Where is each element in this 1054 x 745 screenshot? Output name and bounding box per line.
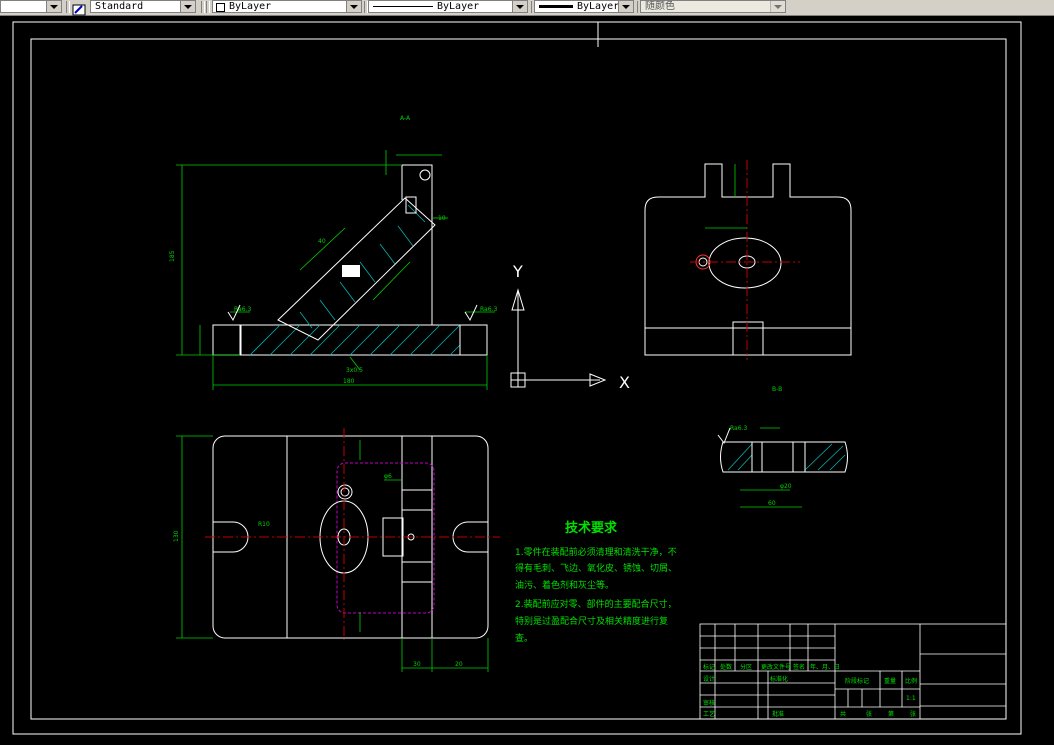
- section-detail: Ra6.3 60 φ20: [717, 425, 848, 508]
- ucs-icon: [510, 288, 607, 388]
- color-value: ByLayer: [229, 1, 272, 12]
- dim-plan-hole: φ6: [384, 473, 392, 480]
- dim-upright: 10: [438, 215, 446, 222]
- tb-zone: 分区: [740, 663, 752, 671]
- tb-change-doc: 更改文件号: [761, 663, 791, 671]
- color-select[interactable]: ByLayer: [212, 0, 362, 13]
- toolbar-separator: [66, 1, 70, 13]
- previous-combo[interactable]: [0, 0, 62, 13]
- plan-view: 130 30 20 R10 φ6: [173, 428, 500, 672]
- tb-sheets: 张: [866, 710, 872, 718]
- front-dimensions: [176, 150, 495, 390]
- dim-plan-a: 30: [413, 661, 421, 668]
- tech-req-line6: 查。: [515, 632, 533, 644]
- chevron-down-icon[interactable]: [46, 1, 61, 12]
- technical-requirements: 技术要求 1.零件在装配前必须清理和清洗干净，不 得有毛刺、飞边、氧化皮、锈蚀、…: [515, 520, 677, 644]
- dim-plan-b: 20: [455, 661, 463, 668]
- tb-ratio: 比例: [905, 677, 917, 685]
- upright-column: [402, 164, 433, 325]
- chevron-down-icon[interactable]: [770, 1, 785, 12]
- base-hatch: [249, 324, 461, 356]
- dim-height: 185: [169, 250, 176, 262]
- sheet-outer-border: [12, 21, 1022, 735]
- dim-sleeve-len: 40: [318, 238, 326, 245]
- text-style-value: Standard: [95, 1, 144, 12]
- tb-audit: 审核: [703, 699, 715, 707]
- dim-plan-height: 130: [173, 530, 180, 542]
- chevron-down-icon[interactable]: [512, 1, 527, 12]
- side-bore: [708, 237, 782, 289]
- cad-drawing: 185 180 Ra6.3 Ra6.3 3x0.5 40 10 A-A Y X: [12, 21, 1022, 735]
- section-label-a: A-A: [400, 115, 411, 122]
- roughness-detail: Ra6.3: [730, 425, 747, 432]
- toolbar-separator: [206, 1, 210, 13]
- properties-toolbar: Standard ByLayer ByLayer ByLayer 随颜色: [0, 0, 1054, 16]
- dim-width: 180: [343, 378, 355, 385]
- title-block: [699, 623, 1007, 720]
- lineweight-value: ByLayer: [577, 1, 620, 12]
- drawing-canvas[interactable]: 185 180 Ra6.3 Ra6.3 3x0.5 40 10 A-A Y X: [0, 16, 1054, 745]
- roughness-bottom: 3x0.5: [346, 367, 363, 374]
- lineweight-select[interactable]: ByLayer: [534, 0, 634, 13]
- tech-req-line4: 2.装配前应对零、部件的主要配合尺寸，: [515, 598, 677, 610]
- front-view: 185 180 Ra6.3 Ra6.3 3x0.5 40 10 A-A: [169, 115, 497, 390]
- base-left-foot: [212, 324, 242, 356]
- text-style-icon[interactable]: [72, 1, 86, 16]
- tb-scale: 1:1: [906, 695, 916, 702]
- tb-total: 共: [840, 710, 846, 718]
- tb-mark: 标记: [703, 663, 715, 671]
- tech-req-line2: 得有毛刺、飞边、氧化皮、锈蚀、切屑、: [515, 562, 677, 574]
- tb-approve: 批准: [772, 710, 784, 718]
- tech-req-line5: 特别是过盈配合尺寸及相关精度进行复: [515, 615, 668, 627]
- tb-standardize: 标准化: [770, 675, 788, 683]
- plot-style-select[interactable]: 随颜色: [640, 0, 786, 13]
- axis-x-label: X: [619, 373, 630, 392]
- lineweight-preview-icon: [539, 5, 573, 8]
- axis-y-label: Y: [512, 262, 523, 281]
- section-label-b: B-B: [772, 386, 782, 393]
- roughness-right: Ra6.3: [480, 306, 497, 313]
- color-swatch-icon: [216, 3, 225, 12]
- tech-req-line1: 1.零件在装配前必须清理和清洗干净，不: [515, 546, 677, 558]
- tb-stage-mark: 阶段标记: [845, 677, 869, 685]
- dim-detail-bore: φ20: [780, 483, 792, 490]
- dim-slot-radius: R10: [258, 521, 270, 528]
- linetype-preview-icon: [373, 6, 433, 7]
- tb-sheet: 张: [910, 710, 916, 718]
- side-body: [644, 163, 852, 356]
- text-style-select[interactable]: Standard: [90, 0, 196, 13]
- linetype-select[interactable]: ByLayer: [368, 0, 528, 13]
- tech-req-line3: 油污、着色剂和灰尘等。: [515, 579, 614, 591]
- sleeve-label: [342, 265, 360, 277]
- base-right-foot: [459, 324, 488, 356]
- chevron-down-icon[interactable]: [346, 1, 361, 12]
- chevron-down-icon[interactable]: [180, 1, 195, 12]
- dim-detail-width: 60: [768, 500, 776, 507]
- side-view: B-B: [644, 160, 852, 393]
- toolbar-separator: [201, 1, 205, 13]
- base-plate: [239, 324, 461, 356]
- plan-hidden-sleeve: [336, 462, 435, 614]
- tb-count: 处数: [720, 663, 732, 671]
- tb-process: 工艺: [703, 710, 715, 718]
- tb-weight: 重量: [884, 677, 896, 685]
- chevron-down-icon[interactable]: [618, 1, 633, 12]
- tb-page: 第: [888, 710, 894, 718]
- tb-signature: 签名: [793, 663, 805, 671]
- sleeve-hatch: [299, 204, 426, 329]
- tb-design: 设计: [703, 675, 715, 683]
- upright-hole: [419, 169, 431, 181]
- plot-style-value: 随颜色: [645, 1, 675, 12]
- linetype-value: ByLayer: [437, 1, 480, 12]
- tech-req-title: 技术要求: [565, 520, 618, 536]
- tb-date: 年、月、日: [810, 663, 840, 671]
